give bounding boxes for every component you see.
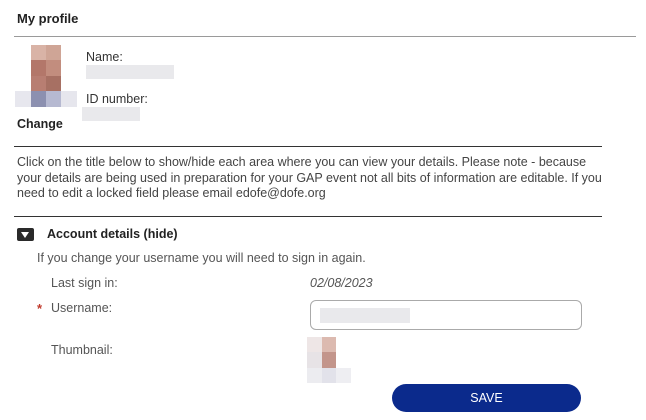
username-input[interactable]: [310, 300, 582, 330]
info-text: Click on the title below to show/hide ea…: [17, 155, 602, 200]
divider: [14, 216, 602, 217]
avatar: [15, 45, 77, 107]
page-title: My profile: [17, 11, 79, 26]
caret-down-icon: [17, 227, 34, 241]
username-value-redacted: [320, 308, 410, 323]
thumbnail-image: [307, 337, 351, 383]
account-details-toggle[interactable]: Account details (hide): [17, 226, 178, 242]
required-marker: *: [37, 301, 43, 316]
last-sign-in-value: 02/08/2023: [310, 276, 373, 290]
id-number-value-redacted: [82, 107, 140, 121]
change-avatar-link[interactable]: Change: [17, 117, 63, 131]
name-value-redacted: [86, 65, 174, 79]
divider: [14, 146, 602, 147]
name-label: Name:: [86, 50, 123, 64]
username-change-note: If you change your username you will nee…: [37, 251, 366, 265]
thumbnail-label: Thumbnail:: [51, 343, 113, 357]
last-sign-in-label: Last sign in:: [51, 276, 118, 290]
username-label: Username:: [51, 301, 113, 315]
account-details-title: Account details (hide): [47, 227, 178, 241]
save-button[interactable]: SAVE: [392, 384, 581, 412]
divider: [14, 36, 636, 37]
id-number-label: ID number:: [86, 92, 148, 106]
